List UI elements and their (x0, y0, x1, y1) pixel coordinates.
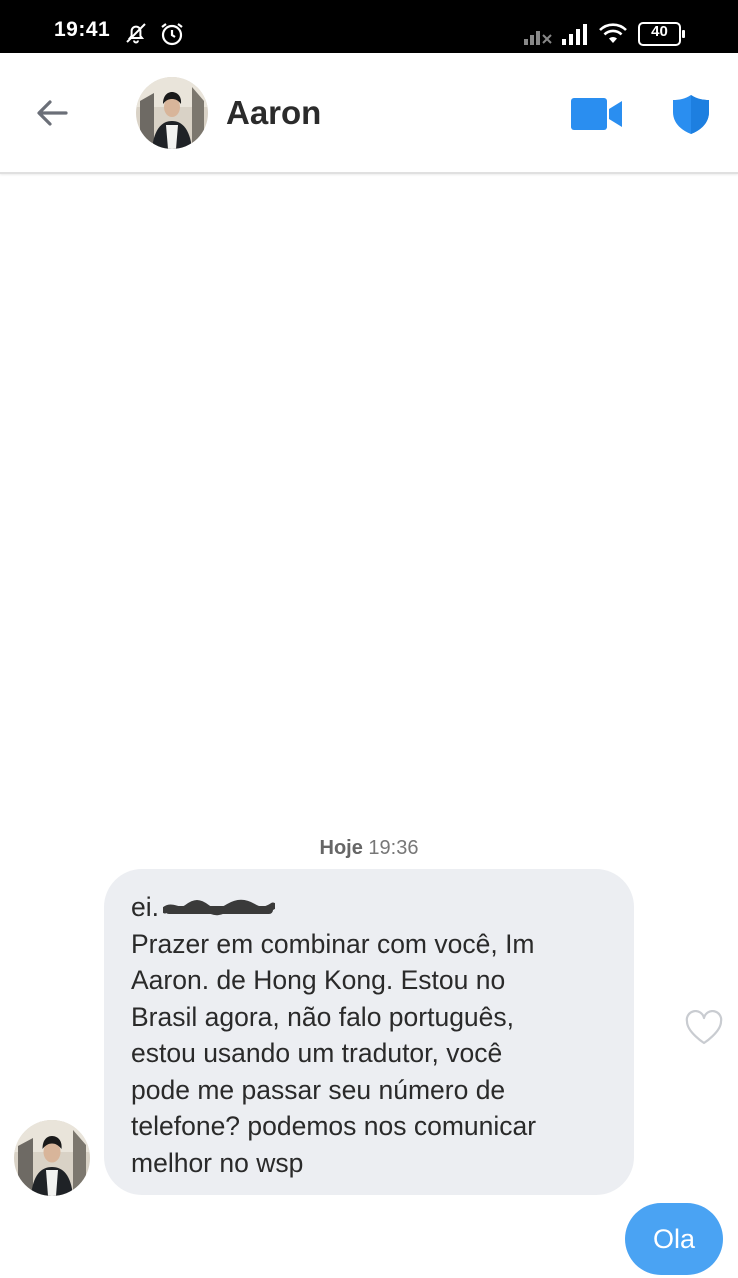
battery-icon: 40 (638, 22, 686, 51)
outgoing-message-bubble[interactable]: Ola (625, 1203, 723, 1275)
shield-icon (670, 95, 712, 139)
message-line: pode me passar seu número de (131, 1074, 506, 1105)
incoming-message-bubble[interactable]: ei. Prazer em combinar com você, Im Aaro… (104, 869, 634, 1195)
video-call-button[interactable] (570, 97, 624, 131)
message-line: melhor no wsp (131, 1147, 304, 1178)
message-line: Prazer em combinar com você, Im (131, 928, 535, 959)
message-timestamp: Hoje 19:36 (0, 837, 738, 860)
wifi-icon (598, 22, 628, 49)
signal-icon (561, 23, 591, 50)
video-call-icon (570, 98, 624, 135)
chat-header: Aaron (0, 53, 738, 174)
back-button[interactable] (30, 93, 76, 133)
signal-off-icon (523, 25, 553, 50)
back-arrow-icon (30, 100, 76, 137)
contact-name[interactable]: Aaron (226, 94, 321, 132)
safety-button[interactable] (670, 93, 712, 135)
message-line: Aaron. de Hong Kong. Estou no (131, 965, 506, 995)
message-line: telefone? podemos nos comunicar (131, 1111, 537, 1141)
message-line: ei. (131, 889, 610, 926)
mute-notification-icon (124, 21, 148, 50)
sender-avatar[interactable] (14, 1120, 90, 1196)
heart-icon (684, 1009, 724, 1050)
status-time: 19:41 (54, 18, 111, 41)
status-bar: 19:41 40 (0, 0, 738, 53)
like-message-button[interactable] (684, 1009, 724, 1046)
contact-avatar[interactable] (136, 77, 208, 149)
outgoing-message-text: Ola (652, 1224, 696, 1254)
redaction-scribble (161, 891, 277, 916)
message-line-text: ei. (131, 892, 159, 922)
timestamp-day: Hoje (319, 837, 363, 859)
message-line: estou usando um tradutor, você (131, 1038, 503, 1068)
timestamp-time: 19:36 (368, 837, 419, 859)
battery-level: 40 (651, 23, 668, 40)
alarm-icon (159, 21, 185, 52)
message-line: Brasil agora, não falo português, (131, 1001, 515, 1032)
